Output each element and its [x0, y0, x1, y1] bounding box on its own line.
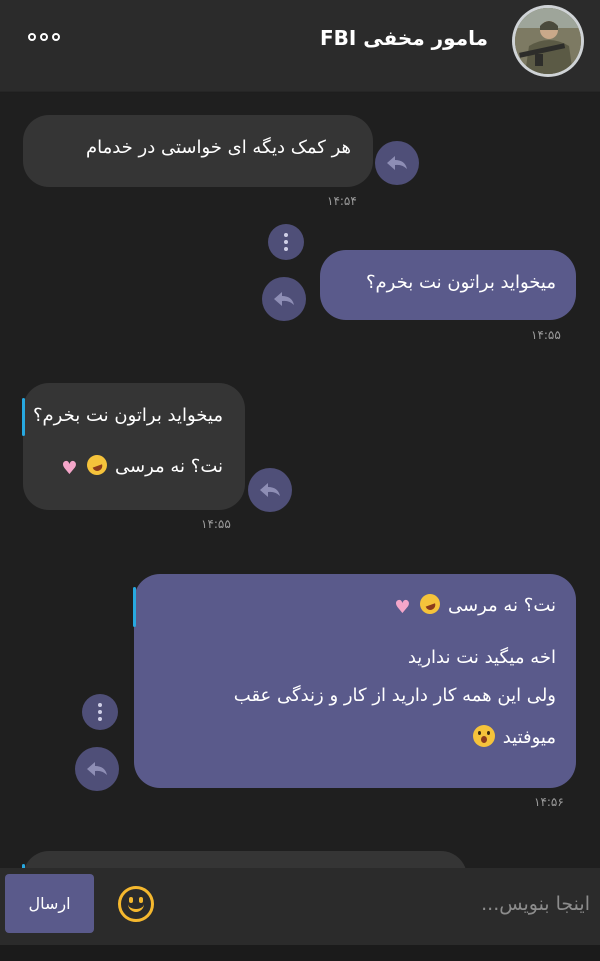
reply-icon [260, 483, 280, 497]
message-bubble-incoming[interactable]: هر کمک دیگه ای خواستی در خدمام [23, 115, 373, 187]
more-vertical-icon [284, 233, 288, 251]
more-options-icon[interactable] [28, 28, 72, 46]
reply-icon [387, 156, 407, 170]
message-time: ۱۴:۵۶ [534, 795, 564, 809]
message-text: اخه میگید نت ندارید [407, 646, 556, 668]
contact-name[interactable]: مامور مخفی FBI [320, 26, 488, 50]
send-button[interactable]: ارسال [5, 874, 94, 933]
message-text: ولی این همه کار دارید از کار و زندگی عقب [233, 685, 556, 707]
message-bubble-outgoing[interactable]: میخواید براتون نت بخرم؟ [320, 250, 576, 320]
message-text: میوفتید [148, 725, 556, 749]
reply-icon [274, 292, 294, 306]
message-bubble-outgoing[interactable]: نت؟ نه مرسی ♥ اخه میگید نت ندارید ولی ای… [134, 574, 576, 788]
rofl-emoji-icon [84, 451, 111, 478]
message-time: ۱۴:۵۵ [531, 328, 561, 342]
message-list[interactable]: هر کمک دیگه ای خواستی در خدمام ۱۴:۵۴ میخ… [0, 93, 600, 868]
reply-button[interactable] [375, 141, 419, 185]
chat-header: مامور مخفی FBI [0, 0, 600, 92]
message-options-button[interactable] [82, 694, 118, 730]
reply-icon [87, 762, 107, 776]
message-time: ۱۴:۵۵ [201, 517, 231, 531]
smiley-icon[interactable] [118, 886, 154, 922]
reply-button[interactable] [248, 468, 292, 512]
avatar[interactable] [512, 5, 584, 77]
message-composer: ارسال [0, 868, 600, 961]
message-text: هر کمک دیگه ای خواستی در خدمام [85, 137, 351, 158]
more-vertical-icon [98, 703, 102, 721]
quoted-text: نت؟ نه مرسی ♥ [148, 591, 556, 619]
quoted-text: میخواید براتون نت بخرم؟ [32, 405, 223, 426]
bottom-bar [0, 945, 600, 961]
reply-button[interactable] [75, 747, 119, 791]
rofl-emoji-icon [417, 591, 444, 617]
quote-accent-bar [133, 587, 136, 627]
message-time: ۱۴:۵۴ [327, 194, 357, 208]
message-bubble-incoming[interactable] [23, 851, 467, 868]
message-text: میخواید براتون نت بخرم؟ [365, 272, 556, 293]
reply-button[interactable] [262, 277, 306, 321]
message-bubble-incoming[interactable]: میخواید براتون نت بخرم؟ نت؟ نه مرسی ♥ [23, 383, 245, 510]
message-text: نت؟ نه مرسی ♥ [37, 451, 223, 480]
pink-heart-icon: ♥ [394, 597, 411, 618]
quote-accent-bar [22, 398, 25, 436]
message-input[interactable] [180, 876, 600, 931]
message-options-button[interactable] [268, 224, 304, 260]
pink-heart-icon: ♥ [61, 457, 78, 479]
surprised-emoji-icon [472, 725, 495, 748]
